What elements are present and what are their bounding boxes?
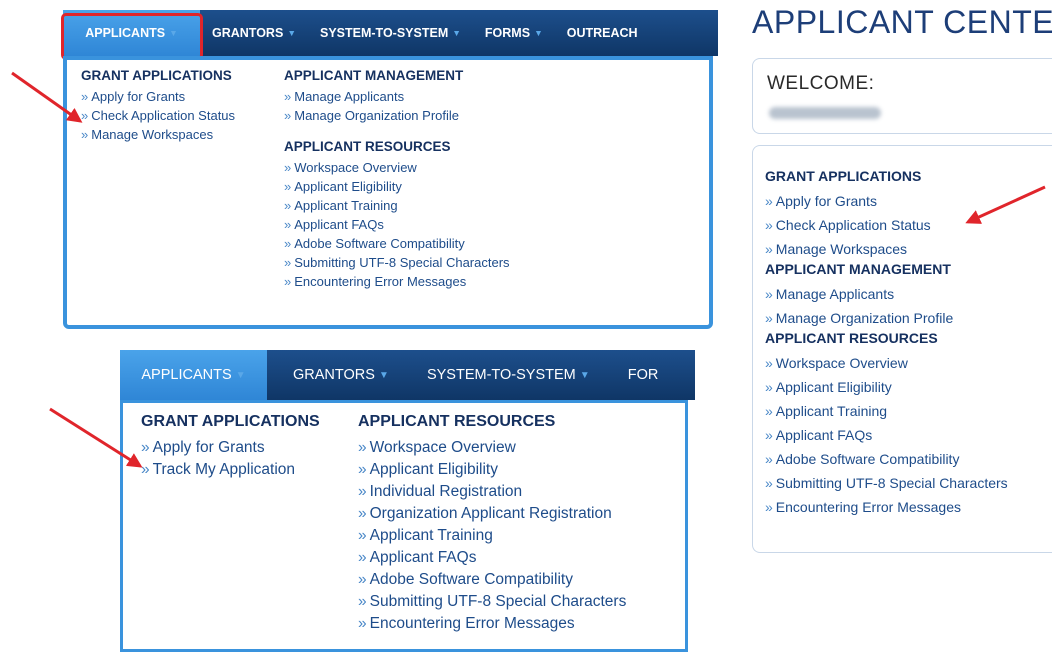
red-arrow-icon xyxy=(11,71,83,123)
red-arrow-icon xyxy=(49,407,143,468)
annotation-arrows xyxy=(11,71,1046,468)
red-arrow-icon xyxy=(965,185,1046,224)
